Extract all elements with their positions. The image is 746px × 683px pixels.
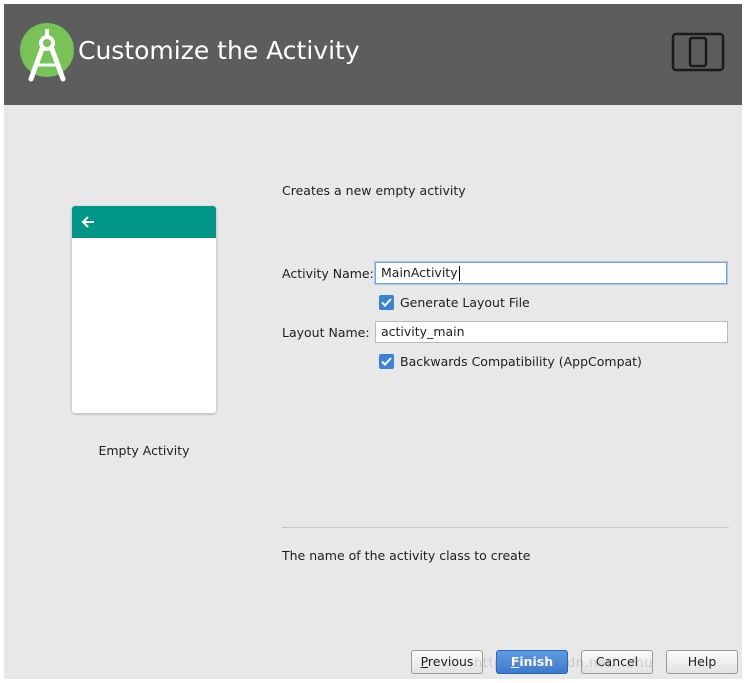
previous-button[interactable]: Previous [411, 650, 483, 674]
help-button[interactable]: Help [666, 650, 738, 674]
page-title: Customize the Activity [78, 36, 360, 65]
activity-preview [72, 206, 216, 413]
divider [282, 527, 729, 528]
previous-mnemonic: P [420, 654, 428, 669]
tablet-phone-icon [671, 32, 725, 72]
arrow-back-icon [81, 216, 94, 228]
text-caret [458, 266, 460, 281]
activity-name-input[interactable]: MainActivity [375, 262, 727, 284]
layout-name-label: Layout Name: [282, 325, 370, 340]
field-hint: The name of the activity class to create [282, 548, 531, 563]
template-description: Creates a new empty activity [282, 183, 466, 198]
preview-label: Empty Activity [98, 443, 190, 458]
activity-name-value: MainActivity [381, 265, 458, 280]
checkbox-checked-icon [379, 295, 394, 310]
activity-name-label: Activity Name: [282, 266, 374, 281]
generate-layout-label: Generate Layout File [400, 295, 530, 310]
layout-name-value: activity_main [381, 324, 465, 339]
cancel-button[interactable]: Cancel [581, 650, 653, 674]
finish-label: inish [519, 654, 554, 669]
finish-button[interactable]: Finish [496, 650, 568, 674]
layout-name-input[interactable]: activity_main [375, 321, 728, 343]
wizard-window: Customize the Activity Empty Activity Cr… [4, 4, 742, 679]
checkbox-checked-icon [379, 354, 394, 369]
previous-label: revious [427, 654, 474, 669]
preview-app-bar [72, 206, 216, 238]
wizard-header: Customize the Activity [4, 4, 742, 105]
backwards-compat-label: Backwards Compatibility (AppCompat) [400, 354, 642, 369]
android-studio-logo-icon [20, 23, 74, 82]
